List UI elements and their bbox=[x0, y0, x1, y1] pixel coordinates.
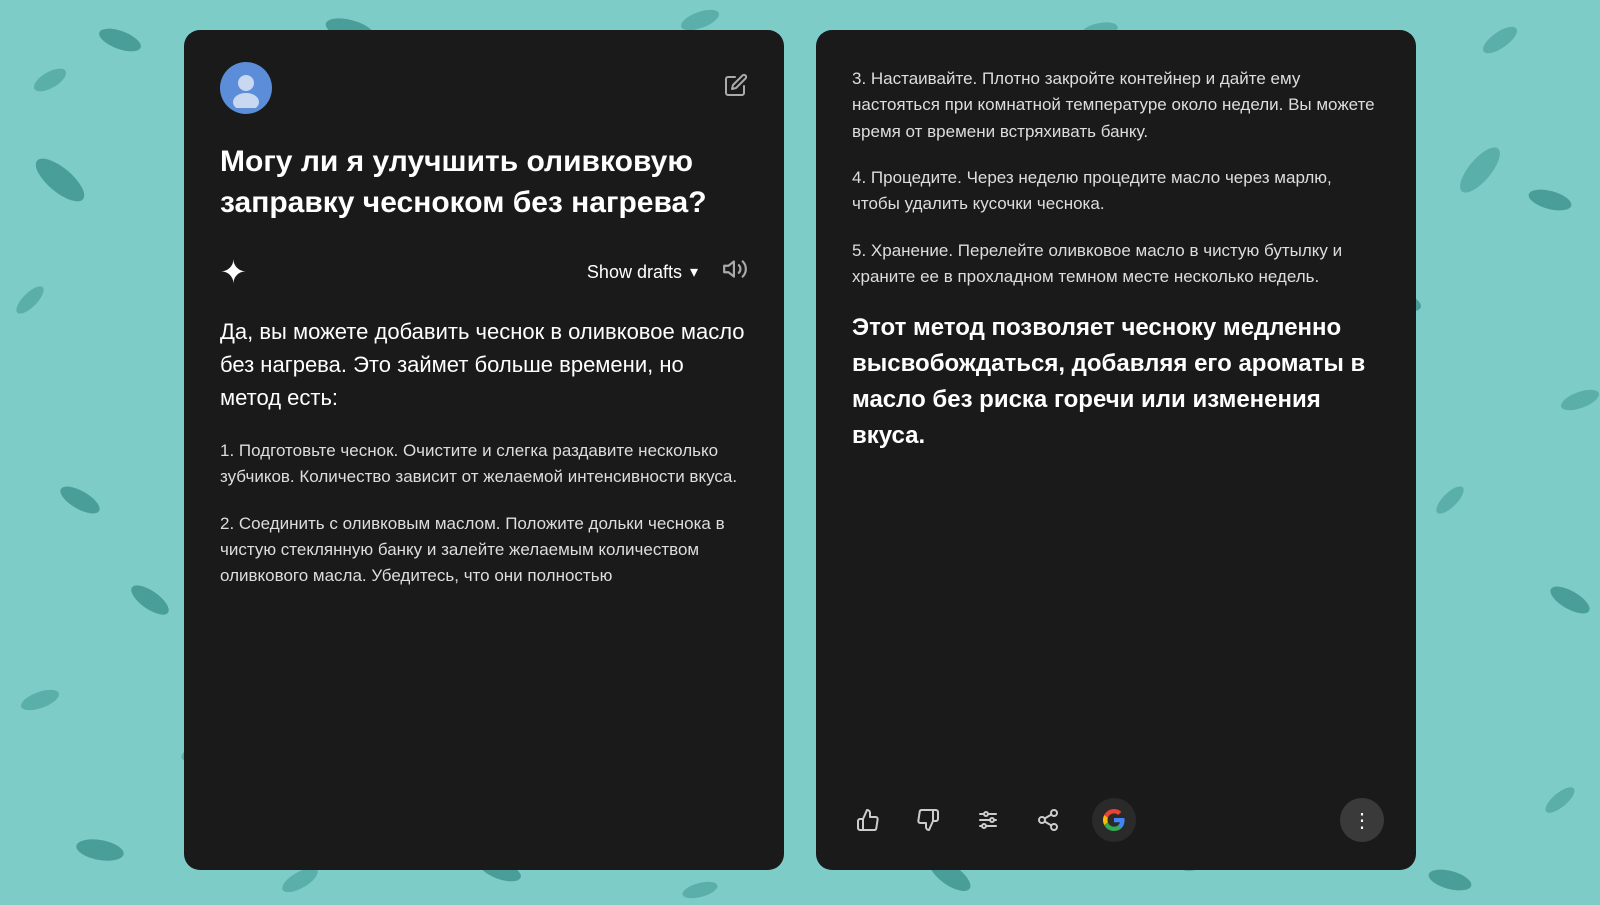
edit-icon[interactable] bbox=[724, 73, 748, 103]
audio-icon[interactable] bbox=[722, 256, 748, 288]
gemini-star-icon: ✦ bbox=[220, 253, 247, 291]
conclusion-text: Этот метод позволяет чесноку медленно вы… bbox=[852, 310, 1380, 454]
step2-text: 2. Соединить с оливковым маслом. Положит… bbox=[220, 511, 748, 590]
question-text: Могу ли я улучшить оливковую заправку че… bbox=[220, 142, 748, 223]
thumbs-up-button[interactable] bbox=[848, 800, 888, 840]
share-button[interactable] bbox=[1028, 800, 1068, 840]
thumbs-down-button[interactable] bbox=[908, 800, 948, 840]
card-header bbox=[220, 62, 748, 114]
show-drafts-button[interactable]: Show drafts ▾ bbox=[587, 262, 698, 283]
card-footer: ⋮ bbox=[848, 798, 1384, 842]
more-icon: ⋮ bbox=[1352, 808, 1372, 833]
google-button[interactable] bbox=[1092, 798, 1136, 842]
settings-button[interactable] bbox=[968, 800, 1008, 840]
step1-text: 1. Подготовьте чеснок. Очистите и слегка… bbox=[220, 438, 748, 491]
step5-text: 5. Хранение. Перелейте оливковое масло в… bbox=[852, 238, 1380, 291]
step3-text: 3. Настаивайте. Плотно закройте контейне… bbox=[852, 66, 1380, 145]
step4-text: 4. Процедите. Через неделю процедите мас… bbox=[852, 165, 1380, 218]
more-options-button[interactable]: ⋮ bbox=[1340, 798, 1384, 842]
cards-container: Могу ли я улучшить оливковую заправку че… bbox=[0, 0, 1600, 900]
left-card: Могу ли я улучшить оливковую заправку че… bbox=[184, 30, 784, 870]
avatar bbox=[220, 62, 272, 114]
right-card: 3. Настаивайте. Плотно закройте контейне… bbox=[816, 30, 1416, 870]
gemini-row: ✦ Show drafts ▾ bbox=[220, 253, 748, 291]
answer-intro-text: Да, вы можете добавить чеснок в оливково… bbox=[220, 315, 748, 414]
show-drafts-label: Show drafts bbox=[587, 262, 682, 283]
chevron-down-icon: ▾ bbox=[690, 262, 698, 282]
